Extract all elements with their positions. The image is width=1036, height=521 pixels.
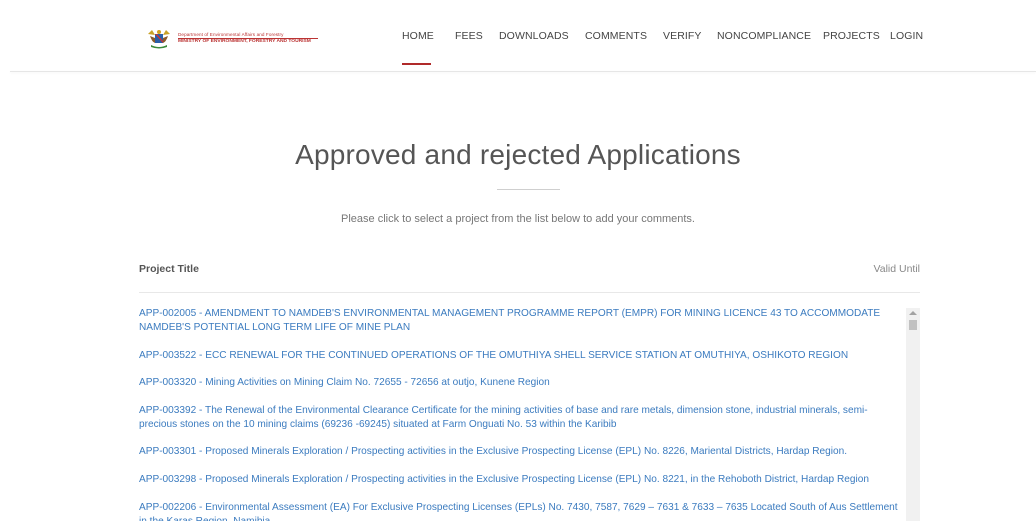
table-divider (139, 292, 920, 293)
column-header-valid-until: Valid Until (873, 263, 921, 275)
nav-active-indicator (402, 63, 431, 65)
nav-comments[interactable]: COMMENTS (585, 30, 647, 42)
project-link[interactable]: APP-002005 - AMENDMENT TO NAMDEB'S ENVIR… (139, 307, 904, 335)
project-link[interactable]: APP-003522 - ECC RENEWAL FOR THE CONTINU… (139, 349, 904, 363)
list-scrollbar[interactable] (906, 308, 920, 521)
project-link[interactable]: APP-003301 - Proposed Minerals Explorati… (139, 445, 904, 459)
site-header: Department of Environmental Affairs and … (0, 0, 1036, 72)
nav-home[interactable]: HOME (402, 30, 434, 42)
nav-noncompliance[interactable]: NONCOMPLIANCE (717, 30, 811, 42)
nav-projects[interactable]: PROJECTS (823, 30, 880, 42)
nav-downloads[interactable]: DOWNLOADS (499, 30, 569, 42)
column-header-project-title: Project Title (139, 263, 199, 275)
page-title: Approved and rejected Applications (295, 139, 741, 170)
nav-verify[interactable]: VERIFY (663, 30, 702, 42)
nav-login[interactable]: LOGIN (890, 30, 923, 42)
project-list: APP-002005 - AMENDMENT TO NAMDEB'S ENVIR… (139, 307, 904, 521)
main-nav: HOME FEES DOWNLOADS COMMENTS VERIFY NONC… (0, 30, 1036, 46)
project-link[interactable]: APP-003320 - Mining Activities on Mining… (139, 376, 904, 390)
scroll-up-arrow-icon[interactable] (909, 311, 917, 315)
project-link[interactable]: APP-003392 - The Renewal of the Environm… (139, 404, 904, 432)
page-subtitle: Please click to select a project from th… (341, 213, 695, 225)
project-link[interactable]: APP-002206 - Environmental Assessment (E… (139, 501, 904, 521)
nav-fees[interactable]: FEES (455, 30, 483, 42)
scrollbar-thumb[interactable] (909, 320, 917, 330)
title-divider (497, 189, 560, 190)
project-link[interactable]: APP-003298 - Proposed Minerals Explorati… (139, 473, 904, 487)
header-divider (10, 71, 1036, 72)
